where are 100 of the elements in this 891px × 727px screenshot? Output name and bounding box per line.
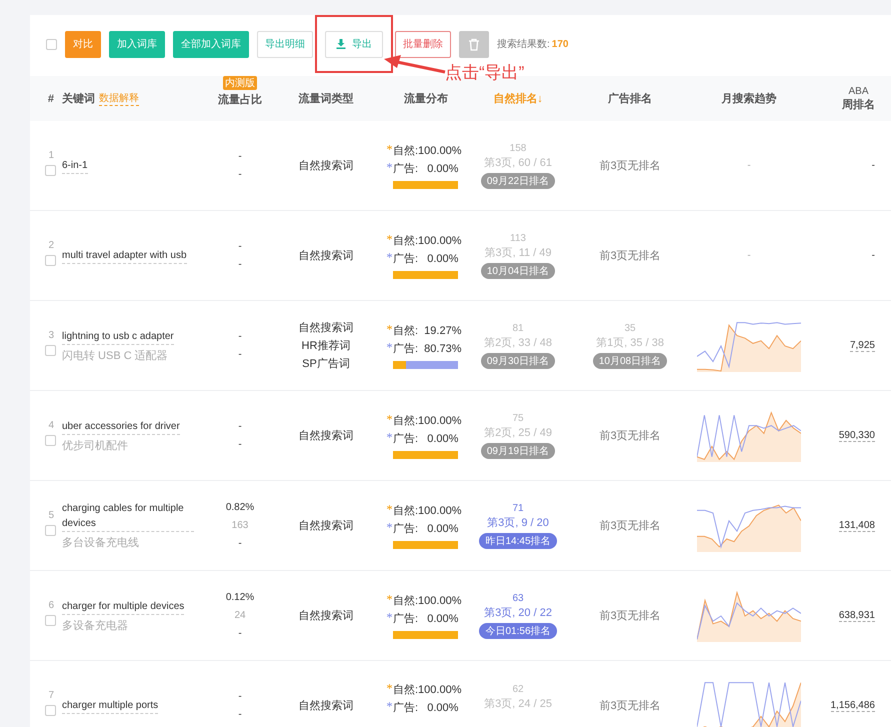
natural-share: 自然:100.00% (393, 682, 462, 698)
column-header[interactable]: 流量分布 (404, 91, 448, 106)
rank-page: 第3页, 60 / 61 (484, 156, 552, 171)
keyword-type: 自然搜索词 (298, 248, 354, 264)
keyword-type: 自然搜索词 (298, 518, 354, 534)
asterisk-icon (387, 145, 392, 150)
rank-date-badge: 10月04日排名 (480, 263, 556, 279)
rank-page: 第3页, 24 / 25 (484, 697, 552, 712)
asterisk-icon (387, 595, 392, 600)
traffic-share-value: - (238, 626, 242, 640)
row-checkbox[interactable] (45, 254, 56, 266)
aba-rank: - (872, 250, 875, 261)
keyword-translation: 多设备充电器 (62, 618, 128, 632)
column-header[interactable]: 流量占比 (218, 92, 262, 107)
rank-date-badge: 09月30日排名 (480, 353, 556, 369)
traffic-share-value: - (238, 690, 242, 704)
ad-rank: 35 (624, 322, 636, 336)
natural-rank: 158 (510, 142, 526, 156)
traffic-share-value: - (238, 438, 242, 452)
asterisk-icon (387, 253, 392, 258)
rank-page: 第1页, 35 / 38 (596, 336, 664, 351)
rank-page: 第3页, 9 / 20 (487, 516, 549, 531)
keyword-translation: 多台设备充电线 (62, 536, 139, 550)
keyword-link[interactable]: charger multiple ports (62, 698, 158, 714)
row-number: 2 (48, 240, 55, 250)
column-header[interactable]: ABA (848, 86, 868, 96)
traffic-share-value: - (238, 168, 242, 182)
keyword-translation: 优步司机配件 (62, 438, 128, 452)
keyword-link[interactable]: multi travel adapter with usb (62, 248, 187, 264)
traffic-share-value: 0.12% (226, 590, 254, 604)
column-header[interactable]: 周排名 (842, 96, 875, 112)
column-header[interactable]: 关键词 (62, 91, 95, 106)
ad-share: 广告: 0.00% (393, 252, 458, 267)
download-icon (336, 39, 346, 49)
asterisk-icon (387, 163, 392, 168)
keyword-link[interactable]: lightning to usb c adapter (62, 328, 174, 344)
rank-page: 第3页, 11 / 49 (484, 246, 552, 261)
row-checkbox[interactable] (45, 704, 56, 716)
rank-page: 第3页, 20 / 22 (484, 606, 552, 621)
traffic-bar (393, 271, 458, 279)
trash-icon (468, 38, 480, 50)
result-count-label: 搜索结果数: (497, 38, 550, 51)
keyword-type: 自然搜索词 (298, 158, 354, 174)
keyword-link[interactable]: charging cables for multiple devices (62, 501, 194, 532)
natural-share: 自然:100.00% (393, 594, 462, 609)
rank-date-badge: 09月19日排名 (480, 443, 556, 459)
natural-rank: 81 (512, 322, 524, 336)
row-checkbox[interactable] (45, 434, 56, 446)
select-all-checkbox[interactable] (46, 38, 57, 50)
keyword-type: 自然搜索词 (298, 320, 354, 336)
no-rank-text: 前3页无排名 (599, 429, 661, 443)
rank-date-badge: 10月08日排名 (592, 353, 668, 369)
asterisk-icon (387, 613, 392, 618)
row-number: 3 (48, 330, 55, 340)
row-checkbox[interactable] (45, 164, 56, 176)
asterisk-icon (387, 505, 392, 510)
keyword-link[interactable]: uber accessories for driver (62, 418, 180, 434)
rank-date-badge: 今日01:56排名 (479, 623, 557, 639)
natural-rank: 75 (512, 412, 524, 426)
aba-rank: - (872, 160, 875, 171)
natural-rank: 62 (512, 683, 524, 697)
traffic-bar (393, 451, 458, 459)
traffic-share-value: 24 (234, 608, 246, 622)
natural-rank: 113 (510, 232, 526, 246)
no-rank-text: 前3页无排名 (599, 699, 661, 713)
annotation-text: 点击“导出” (445, 62, 524, 84)
no-rank-text: 前3页无排名 (599, 159, 661, 173)
traffic-share-value: - (238, 258, 242, 272)
column-header[interactable]: 广告排名 (608, 91, 652, 106)
asterisk-icon (387, 415, 392, 420)
keyword-link[interactable]: charger for multiple devices (62, 598, 184, 614)
natural-rank: 63 (512, 592, 524, 606)
rank-date-badge: 昨日14:45排名 (479, 533, 557, 549)
traffic-bar (393, 361, 458, 369)
row-checkbox[interactable] (45, 614, 56, 626)
keyword-type: 自然搜索词 (298, 698, 354, 714)
asterisk-icon (387, 343, 392, 348)
column-header[interactable]: 月搜索趋势 (722, 91, 776, 106)
ad-share: 广告: 0.00% (393, 612, 458, 627)
natural-share: 自然:100.00% (393, 144, 462, 159)
traffic-share-value: - (238, 536, 242, 550)
natural-share: 自然: 19.27% (393, 324, 462, 339)
asterisk-icon (387, 325, 392, 330)
asterisk-icon (387, 235, 392, 240)
ad-share: 广告: 0.00% (393, 700, 458, 716)
column-header[interactable]: # (48, 92, 54, 104)
traffic-bar (393, 631, 458, 639)
delete-button[interactable] (459, 30, 489, 58)
aba-rank: 131,408 (838, 520, 875, 532)
aba-rank: 638,931 (838, 610, 875, 622)
column-header[interactable]: 流量词类型 (298, 91, 354, 106)
row-number: 7 (48, 690, 55, 700)
keyword-link[interactable]: 6-in-1 (62, 158, 88, 174)
row-checkbox[interactable] (45, 524, 56, 536)
result-count: 170 (552, 38, 568, 50)
row-checkbox[interactable] (45, 344, 56, 356)
toolbar-button[interactable]: 批量删除 (395, 30, 451, 58)
keyword-type: SP广告词 (302, 356, 350, 372)
aba-rank: 1,156,486 (830, 700, 875, 712)
row-number: 1 (48, 150, 55, 160)
